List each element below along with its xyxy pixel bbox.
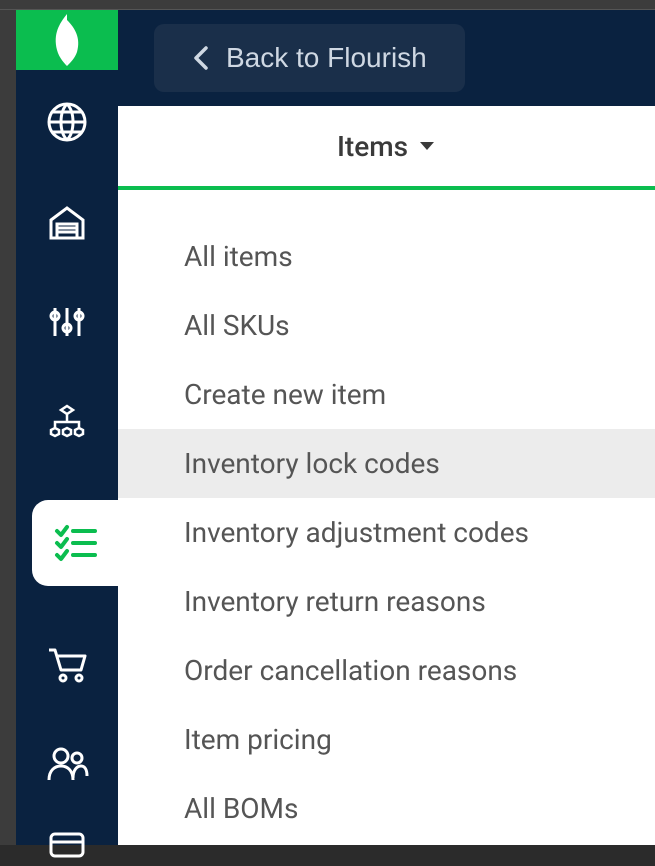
back-button-label: Back to Flourish	[226, 42, 427, 74]
globe-icon	[45, 100, 89, 144]
top-header: Back to Flourish	[118, 10, 655, 106]
dropdown-item-inventory-return-reasons[interactable]: Inventory return reasons	[118, 567, 655, 636]
hierarchy-icon	[45, 400, 89, 444]
nav-list	[16, 70, 118, 866]
nav-users[interactable]	[16, 742, 118, 786]
dropdown-item-label: Inventory return reasons	[184, 585, 486, 618]
warehouse-icon	[45, 200, 89, 244]
caret-down-icon	[418, 140, 436, 152]
app-container: Back to Flourish Items All items All SKU…	[0, 10, 655, 845]
leaf-icon	[45, 10, 89, 70]
dropdown-item-order-cancellation-reasons[interactable]: Order cancellation reasons	[118, 636, 655, 705]
dropdown-item-all-items[interactable]: All items	[118, 222, 655, 291]
nav-checklist[interactable]	[32, 500, 118, 586]
items-dropdown: All items All SKUs Create new item Inven…	[118, 190, 655, 843]
dropdown-item-label: Inventory lock codes	[184, 447, 440, 480]
dropdown-item-create-new-item[interactable]: Create new item	[118, 360, 655, 429]
nav-cart[interactable]	[16, 642, 118, 686]
users-icon	[45, 742, 89, 786]
app-logo[interactable]	[16, 10, 118, 70]
sidebar	[16, 10, 118, 845]
back-button[interactable]: Back to Flourish	[154, 24, 465, 92]
nav-sliders[interactable]	[16, 300, 118, 344]
dropdown-item-label: Inventory adjustment codes	[184, 516, 529, 549]
nav-hierarchy[interactable]	[16, 400, 118, 444]
tab-label: Items	[337, 130, 408, 163]
dropdown-item-label: Create new item	[184, 378, 386, 411]
sliders-icon	[45, 300, 89, 344]
dropdown-item-inventory-adjustment-codes[interactable]: Inventory adjustment codes	[118, 498, 655, 567]
window-chrome-left	[0, 10, 16, 845]
dropdown-item-label: All items	[184, 240, 293, 273]
cart-icon	[45, 642, 89, 686]
main-area: Back to Flourish Items All items All SKU…	[118, 10, 655, 845]
dropdown-item-all-skus[interactable]: All SKUs	[118, 291, 655, 360]
dropdown-item-all-boms[interactable]: All BOMs	[118, 774, 655, 843]
dropdown-item-label: Order cancellation reasons	[184, 654, 517, 687]
nav-globe[interactable]	[16, 100, 118, 144]
tab-items[interactable]: Items	[118, 106, 655, 190]
chevron-left-icon	[192, 44, 210, 72]
dropdown-item-label: All SKUs	[184, 309, 290, 342]
dropdown-item-item-pricing[interactable]: Item pricing	[118, 705, 655, 774]
nav-card[interactable]	[16, 822, 118, 866]
checklist-icon	[53, 521, 97, 565]
nav-warehouse[interactable]	[16, 200, 118, 244]
window-chrome-top	[0, 0, 655, 10]
dropdown-item-label: All BOMs	[184, 792, 298, 825]
card-icon	[45, 822, 89, 866]
dropdown-item-inventory-lock-codes[interactable]: Inventory lock codes	[118, 429, 655, 498]
dropdown-item-label: Item pricing	[184, 723, 332, 756]
